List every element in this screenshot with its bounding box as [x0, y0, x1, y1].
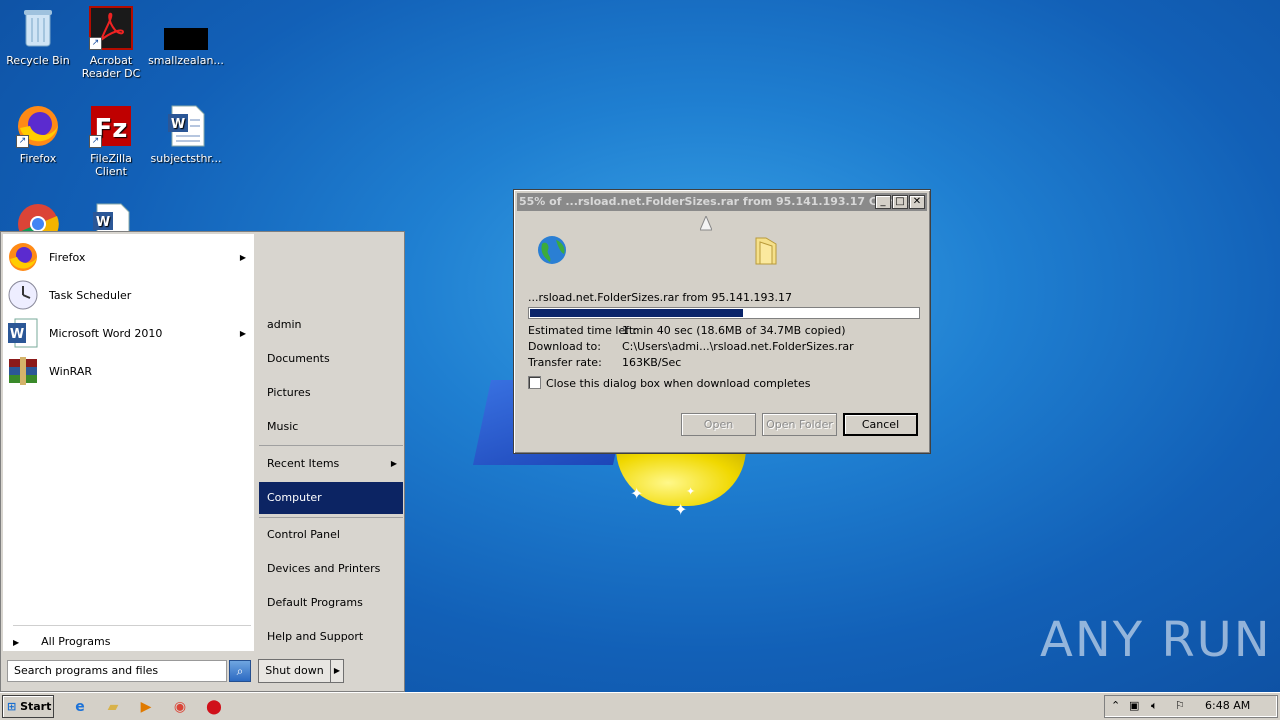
windows-logo-icon: ⊞: [7, 700, 17, 713]
chrome-icon[interactable]: ◉: [166, 696, 194, 718]
right-arrow-icon: ▶: [13, 638, 20, 647]
sparkle-icon: ✦: [630, 484, 644, 503]
svg-text:W: W: [96, 215, 110, 230]
shortcut-arrow-icon: ↗: [89, 37, 102, 50]
start-right-item-pictures[interactable]: Pictures: [259, 377, 403, 409]
download-progress-bar: [528, 307, 920, 319]
network-icon[interactable]: ▣: [1129, 699, 1139, 712]
globe-icon: [536, 234, 568, 269]
shortcut-arrow-icon: ↗: [89, 135, 102, 148]
shortcut-arrow-icon: ↗: [16, 135, 29, 148]
minimize-icon[interactable]: _: [875, 195, 891, 209]
download-dialog: 55% of ...rsload.net.FolderSizes.rar fro…: [513, 189, 931, 454]
start-menu-item-winrar[interactable]: WinRAR: [7, 354, 252, 388]
submenu-arrow-icon: ▶: [239, 328, 246, 338]
desktop-icon-acrobat[interactable]: ↗ Acrobat Reader DC: [73, 6, 149, 80]
separator: [13, 625, 251, 626]
desktop-icon-firefox[interactable]: ↗ Firefox: [0, 104, 76, 165]
start-right-item-recent-items[interactable]: Recent Items ▶: [259, 448, 403, 480]
close-icon[interactable]: ✕: [909, 195, 925, 209]
progress-fill: [530, 309, 743, 317]
start-right-item-devices-printers[interactable]: Devices and Printers: [259, 553, 403, 585]
estimated-time-label: Estimated time left:: [528, 324, 637, 337]
word-icon: W: [7, 317, 39, 349]
download-to-value: C:\Users\admi...\rsload.net.FolderSizes.…: [622, 340, 854, 353]
start-menu-item-task-scheduler[interactable]: Task Scheduler: [7, 278, 252, 312]
sparkle-icon: ✦: [674, 500, 688, 519]
start-right-item-control-panel[interactable]: Control Panel: [259, 519, 403, 551]
maximize-icon[interactable]: □: [892, 195, 908, 209]
media-player-icon[interactable]: ▶: [132, 696, 160, 718]
download-to-label: Download to:: [528, 340, 601, 353]
start-right-item-music[interactable]: Music: [259, 411, 403, 443]
desktop-icon-subjectsthr[interactable]: W subjectsthr...: [148, 104, 224, 165]
transfer-rate-value: 163KB/Sec: [622, 356, 682, 369]
svg-text:W: W: [10, 327, 24, 342]
open-folder-button[interactable]: Open Folder: [762, 413, 837, 436]
close-on-complete-checkbox[interactable]: [528, 376, 541, 389]
start-button[interactable]: ⊞ Start: [2, 695, 54, 718]
cancel-button[interactable]: Cancel: [843, 413, 918, 436]
start-menu: Firefox ▶ Task Scheduler W Microsoft Wor…: [0, 231, 405, 692]
submenu-arrow-icon: ▶: [239, 252, 246, 262]
folder-icon: [752, 234, 780, 269]
filezilla-icon: Fz ↗: [89, 104, 133, 148]
start-menu-item-word[interactable]: W Microsoft Word 2010 ▶: [7, 316, 252, 350]
shutdown-button[interactable]: Shut down ▶: [258, 659, 344, 683]
search-icon[interactable]: ⌕: [229, 660, 251, 682]
recycle-bin-icon: [16, 6, 60, 50]
volume-icon[interactable]: 🔈︎: [1151, 699, 1158, 713]
tray-expand-icon[interactable]: ⌃: [1111, 699, 1120, 712]
separator: [259, 445, 403, 446]
download-source: ...rsload.net.FolderSizes.rar from 95.14…: [528, 291, 792, 304]
action-center-flag-icon[interactable]: ⚐: [1175, 699, 1185, 712]
sparkle-icon: ✦: [686, 485, 696, 498]
word-doc-icon: W: [164, 104, 208, 148]
internet-explorer-icon[interactable]: e: [66, 696, 94, 718]
taskbar: ⊞ Start e ▰ ▶ ◉ ⬤ ⌃ ▣ 🔈︎ ⚐ 6:48 AM: [0, 692, 1280, 720]
dialog-title-bar[interactable]: 55% of ...rsload.net.FolderSizes.rar fro…: [517, 193, 927, 211]
winrar-icon: [7, 355, 39, 387]
open-button[interactable]: Open: [681, 413, 756, 436]
clock[interactable]: 6:48 AM: [1205, 699, 1250, 712]
acrobat-icon: ↗: [89, 6, 133, 50]
firefox-icon: [7, 241, 39, 273]
submenu-arrow-icon: ▶: [390, 459, 397, 468]
start-right-item-help-support[interactable]: Help and Support: [259, 621, 403, 653]
start-right-item-computer[interactable]: Computer: [259, 482, 403, 514]
desktop-icon-recycle-bin[interactable]: Recycle Bin: [0, 6, 76, 67]
file-icon: [164, 6, 208, 50]
estimated-time-value: 1 min 40 sec (18.6MB of 34.7MB copied): [622, 324, 846, 337]
anyrun-watermark: ANY RUN: [1040, 612, 1272, 668]
transfer-rate-label: Transfer rate:: [528, 356, 602, 369]
firefox-icon: ↗: [16, 104, 60, 148]
all-programs-button[interactable]: ▶ All Programs: [13, 635, 110, 648]
start-right-item-admin[interactable]: admin: [259, 309, 403, 341]
clock-icon: [7, 279, 39, 311]
explorer-folder-icon[interactable]: ▰: [99, 696, 127, 718]
opera-icon[interactable]: ⬤: [200, 696, 228, 718]
start-right-item-documents[interactable]: Documents: [259, 343, 403, 375]
start-search-input[interactable]: Search programs and files: [7, 660, 227, 682]
system-tray: ⌃ ▣ 🔈︎ ⚐ 6:48 AM: [1104, 695, 1278, 718]
desktop-icon-smallzealan[interactable]: smallzealan...: [148, 6, 224, 67]
svg-text:W: W: [171, 117, 185, 132]
flying-paper-icon: [699, 214, 713, 237]
separator: [259, 517, 403, 518]
desktop-icon-filezilla[interactable]: Fz ↗ FileZilla Client: [73, 104, 149, 178]
start-menu-programs-pane: Firefox ▶ Task Scheduler W Microsoft Wor…: [3, 234, 254, 651]
start-right-item-default-programs[interactable]: Default Programs: [259, 587, 403, 619]
start-menu-item-firefox[interactable]: Firefox ▶: [7, 240, 252, 274]
close-on-complete-label[interactable]: Close this dialog box when download comp…: [546, 377, 810, 390]
shutdown-options-arrow-icon[interactable]: ▶: [331, 660, 343, 682]
